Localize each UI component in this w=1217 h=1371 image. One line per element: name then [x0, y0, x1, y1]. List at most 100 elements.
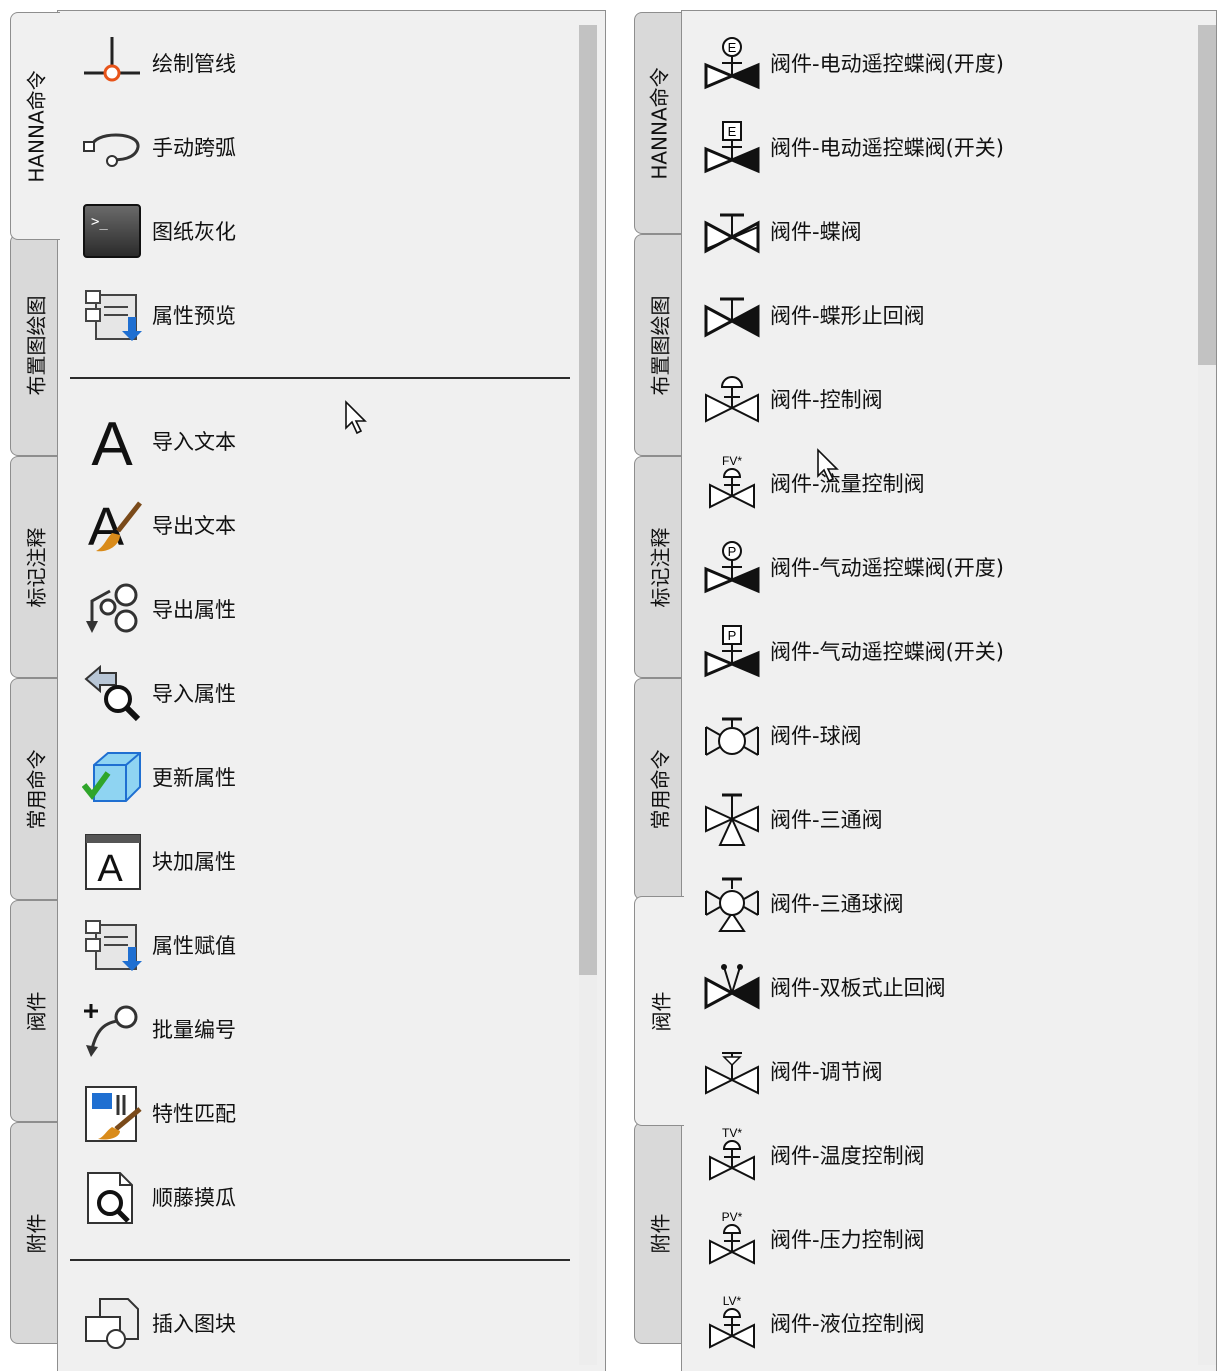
tool-label: 块加属性 — [152, 850, 236, 874]
tool-trace-search[interactable]: 顺藤摸瓜 — [80, 1155, 236, 1239]
tab-annotation[interactable]: 标记注释 — [10, 456, 58, 678]
tool-label: 属性赋值 — [152, 934, 236, 958]
valve-item[interactable]: E 阀件-电动遥控蝶阀(开度) — [702, 21, 1004, 105]
valve-item[interactable]: FV* 阀件-流量控制阀 — [702, 441, 925, 525]
group-separator — [70, 1259, 570, 1261]
valve-label: 阀件-控制阀 — [770, 388, 883, 412]
scrollbar-thumb[interactable] — [1198, 25, 1216, 365]
tool-insert-block[interactable]: 插入图块 — [80, 1281, 236, 1365]
tab-common-commands[interactable]: 常用命令 — [634, 678, 682, 900]
tab-accessories[interactable]: 附件 — [10, 1122, 58, 1344]
svg-text:>_: >_ — [91, 214, 108, 230]
valve-label: 阀件-三通阀 — [770, 808, 883, 832]
valve-label: 阀件-球阀 — [770, 724, 862, 748]
valve-tag: LV* — [723, 1294, 742, 1308]
mouse-pointer-icon — [817, 448, 839, 483]
cube-check-icon — [80, 745, 144, 809]
valve-label: 阀件-液位控制阀 — [770, 1312, 925, 1336]
tab-hanna-commands[interactable]: HANNA命令 — [634, 12, 682, 234]
valve-item[interactable]: 阀件-球阀 — [702, 693, 862, 777]
tab-label: 布置图绘图 — [24, 295, 48, 395]
tab-hanna-commands[interactable]: HANNA命令 — [10, 12, 60, 240]
valve-tag: TV* — [722, 1126, 742, 1140]
tool-export-text[interactable]: A 导出文本 — [80, 483, 236, 567]
tool-match-properties[interactable]: 特性匹配 — [80, 1071, 236, 1155]
tab-annotation[interactable]: 标记注释 — [634, 456, 682, 678]
valve-item[interactable]: 阀件-蝶阀 — [702, 189, 862, 273]
tool-label: 手动跨弧 — [152, 136, 236, 160]
pneumatic-butterfly-valve-switch-icon: P — [702, 619, 762, 683]
tool-attribute-preview[interactable]: 属性预览 — [80, 273, 236, 357]
tool-palette-content: 绘制管线 手动跨弧 >_ 图纸灰化 属性预览 A 导入文本 A 导出文本 导出属… — [57, 10, 606, 1371]
tool-batch-number[interactable]: 批量编号 — [80, 987, 236, 1071]
pneumatic-butterfly-valve-icon: P — [702, 535, 762, 599]
mouse-pointer-icon — [345, 400, 367, 435]
block-attribute-icon: A — [80, 829, 144, 893]
valve-item[interactable]: 阀件-三通阀 — [702, 777, 883, 861]
tool-label: 图纸灰化 — [152, 220, 236, 244]
valve-item[interactable]: PV* 阀件-压力控制阀 — [702, 1197, 925, 1281]
tab-label: HANNA命令 — [648, 66, 673, 180]
valve-item[interactable]: 阀件-双板式止回阀 — [702, 945, 946, 1029]
valve-item[interactable]: 阀件-调节阀 — [702, 1029, 883, 1113]
match-properties-icon — [80, 1081, 144, 1145]
valve-label: 阀件-调节阀 — [770, 1060, 883, 1084]
tool-block-attribute[interactable]: A 块加属性 — [80, 819, 236, 903]
valve-item[interactable]: P 阀件-气动遥控蝶阀(开度) — [702, 525, 1004, 609]
valve-tag: E — [728, 40, 737, 55]
tool-export-attribute[interactable]: 导出属性 — [80, 567, 236, 651]
tool-label: 顺藤摸瓜 — [152, 1186, 236, 1210]
dual-plate-check-valve-icon — [702, 955, 762, 1019]
export-attribute-icon — [80, 577, 144, 641]
tool-attribute-assign[interactable]: 属性赋值 — [80, 903, 236, 987]
scrollbar[interactable] — [579, 25, 597, 1365]
tab-label: 附件 — [24, 1213, 48, 1253]
tool-label: 导入文本 — [152, 430, 236, 454]
tab-label: 常用命令 — [648, 749, 672, 829]
pressure-control-valve-icon: PV* — [702, 1207, 762, 1271]
tool-gray-drawing[interactable]: >_ 图纸灰化 — [80, 189, 236, 273]
control-valve-icon — [702, 367, 762, 431]
valve-label: 阀件-三通球阀 — [770, 892, 904, 916]
valve-item[interactable]: TV* 阀件-温度控制阀 — [702, 1113, 925, 1197]
valve-item[interactable]: P 阀件-气动遥控蝶阀(开关) — [702, 609, 1004, 693]
tool-import-attribute[interactable]: 导入属性 — [80, 651, 236, 735]
tab-layout-drawing[interactable]: 布置图绘图 — [634, 234, 682, 456]
scrollbar[interactable] — [1198, 25, 1216, 1365]
valve-label: 阀件-气动遥控蝶阀(开度) — [770, 556, 1004, 580]
tool-update-attribute[interactable]: 更新属性 — [80, 735, 236, 819]
valve-label: 阀件-蝶形止回阀 — [770, 304, 925, 328]
tool-label: 导出文本 — [152, 514, 236, 538]
tab-accessories[interactable]: 附件 — [634, 1122, 682, 1344]
palette-left: HANNA命令 布置图绘图 标记注释 常用命令 阀件 附件 绘制管线 手动跨弧 … — [10, 10, 606, 1371]
tab-label: 阀件 — [24, 991, 48, 1031]
valve-item[interactable]: 阀件-蝶形止回阀 — [702, 273, 925, 357]
tool-draw-pipe[interactable]: 绘制管线 — [80, 21, 236, 105]
valve-label: 阀件-流量控制阀 — [770, 472, 925, 496]
insert-block-icon — [80, 1291, 144, 1355]
tab-valves[interactable]: 阀件 — [634, 896, 684, 1126]
electric-butterfly-valve-switch-icon: E — [702, 115, 762, 179]
valve-item[interactable]: LV* 阀件-液位控制阀 — [702, 1281, 925, 1365]
valve-item[interactable]: 阀件-控制阀 — [702, 357, 883, 441]
trace-search-icon — [80, 1165, 144, 1229]
tool-import-text[interactable]: A 导入文本 — [80, 399, 236, 483]
level-control-valve-icon: LV* — [702, 1291, 762, 1355]
valve-tag: E — [728, 124, 737, 139]
tab-layout-drawing[interactable]: 布置图绘图 — [10, 234, 58, 456]
tool-cross-arc[interactable]: 手动跨弧 — [80, 105, 236, 189]
valve-label: 阀件-电动遥控蝶阀(开度) — [770, 52, 1004, 76]
valve-label: 阀件-气动遥控蝶阀(开关) — [770, 640, 1004, 664]
import-attribute-icon — [80, 661, 144, 725]
tab-label: HANNA命令 — [25, 69, 50, 183]
valve-label: 阀件-电动遥控蝶阀(开关) — [770, 136, 1004, 160]
tab-valves[interactable]: 阀件 — [10, 900, 58, 1122]
attribute-assign-icon — [80, 913, 144, 977]
tab-common-commands[interactable]: 常用命令 — [10, 678, 58, 900]
valve-item[interactable]: E 阀件-电动遥控蝶阀(开关) — [702, 105, 1004, 189]
scrollbar-thumb[interactable] — [579, 25, 597, 975]
valve-tag: FV* — [722, 454, 742, 468]
tool-label: 绘制管线 — [152, 52, 236, 76]
tool-label: 更新属性 — [152, 766, 236, 790]
valve-item[interactable]: 阀件-三通球阀 — [702, 861, 904, 945]
